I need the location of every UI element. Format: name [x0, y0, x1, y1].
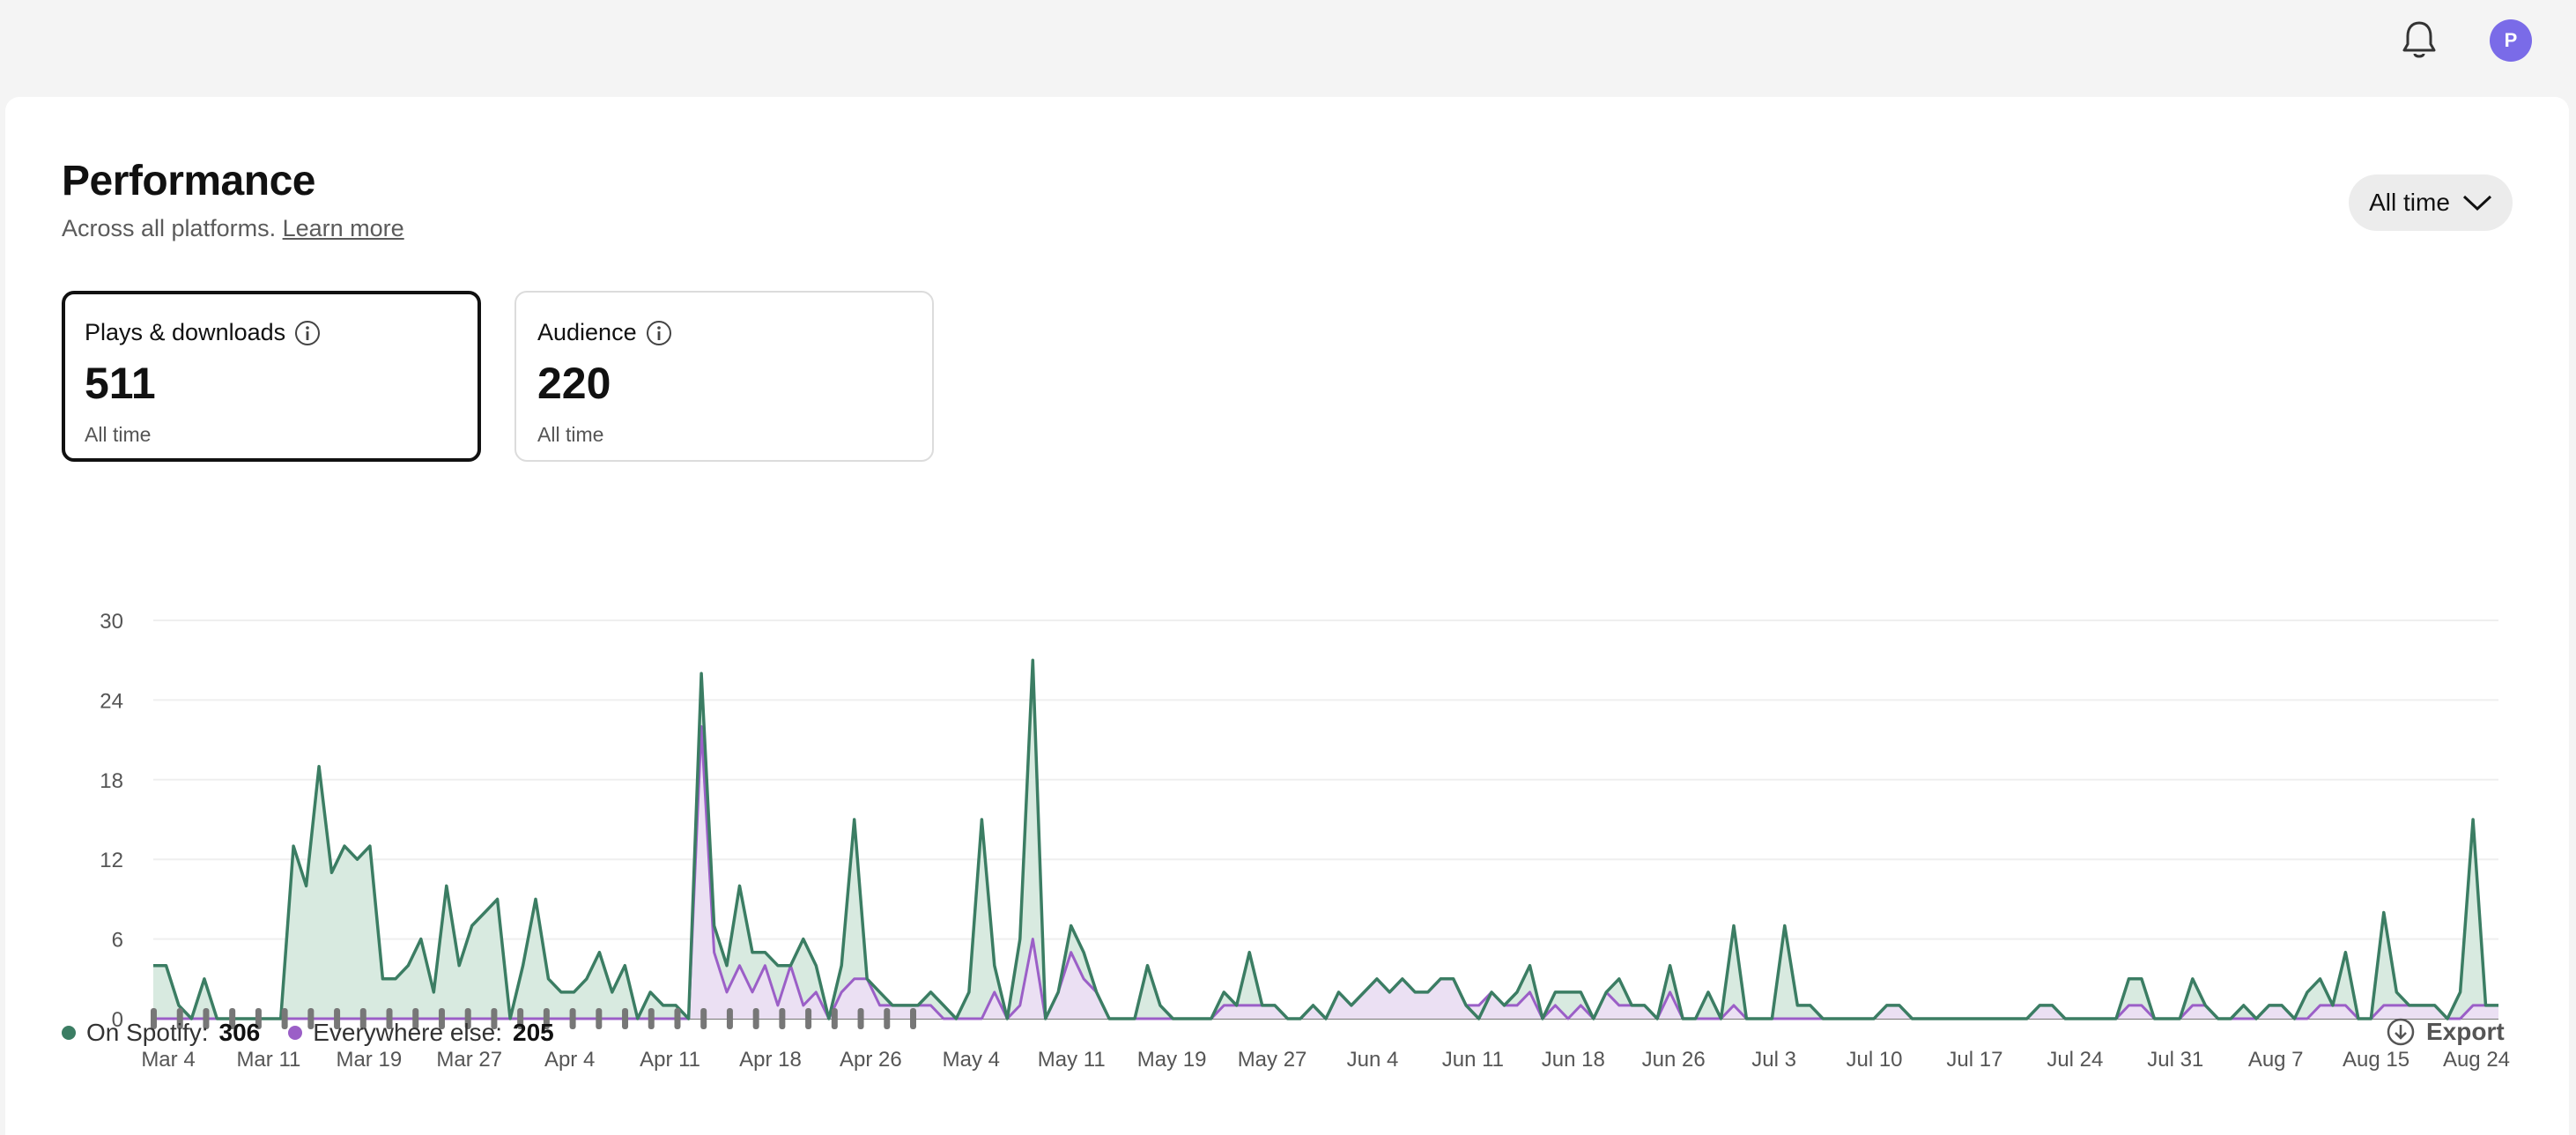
- bell-icon[interactable]: [2396, 18, 2442, 63]
- page-subtitle: Across all platforms. Learn more: [62, 215, 404, 242]
- legend-label-else: Everywhere else:: [313, 1019, 502, 1046]
- chevron-down-icon: [2462, 195, 2491, 211]
- subtitle-text: Across all platforms.: [62, 215, 277, 241]
- metric-label-text: Plays & downloads: [85, 319, 286, 345]
- learn-more-link[interactable]: Learn more: [283, 215, 404, 241]
- metric-tile-plays[interactable]: Plays & downloads 511 All time: [62, 291, 481, 462]
- x-tick-label: May 19: [1137, 1048, 1207, 1072]
- baseline-marker: [726, 1008, 733, 1029]
- x-tick-label: Jun 4: [1347, 1048, 1399, 1072]
- baseline-marker: [805, 1008, 812, 1029]
- x-tick-label: Jun 11: [1442, 1048, 1504, 1072]
- info-icon[interactable]: [646, 320, 672, 346]
- metric-tile-audience[interactable]: Audience 220 All time: [514, 291, 934, 462]
- x-tick-label: Mar 27: [436, 1048, 502, 1072]
- legend-dot-else: [288, 1026, 303, 1040]
- y-tick-label: 24: [100, 689, 123, 713]
- legend-dot-spotify: [62, 1026, 76, 1040]
- metric-period: All time: [85, 423, 152, 446]
- x-tick-label: Apr 4: [544, 1048, 595, 1072]
- time-range-dropdown[interactable]: All time: [2349, 174, 2513, 231]
- baseline-marker: [674, 1008, 681, 1029]
- chart-legend: On Spotify: 306 Everywhere else: 205: [62, 1019, 554, 1047]
- x-tick-label: Mar 19: [336, 1048, 402, 1072]
- baseline-marker: [857, 1008, 864, 1029]
- x-tick-label: Aug 7: [2248, 1048, 2304, 1072]
- x-tick-label: Apr 26: [840, 1048, 902, 1072]
- x-tick-label: Jul 10: [1846, 1048, 1902, 1072]
- x-tick-label: May 11: [1038, 1048, 1106, 1072]
- metric-period: All time: [537, 423, 604, 446]
- baseline-marker: [700, 1008, 707, 1029]
- x-tick-label: May 4: [943, 1048, 1000, 1072]
- baseline-marker: [622, 1008, 629, 1029]
- x-tick-label: Mar 11: [236, 1048, 300, 1072]
- metric-value: 220: [537, 359, 611, 408]
- export-button[interactable]: Export: [2386, 1017, 2505, 1047]
- baseline-marker: [779, 1008, 786, 1029]
- time-range-label: All time: [2369, 189, 2450, 216]
- y-tick-label: 30: [100, 610, 123, 634]
- x-tick-label: Jun 18: [1542, 1048, 1605, 1072]
- legend-value-else: 205: [513, 1019, 554, 1046]
- performance-card: Performance Across all platforms. Learn …: [5, 97, 2569, 1135]
- baseline-marker: [569, 1008, 576, 1029]
- line-on-spotify: [153, 658, 2498, 1020]
- export-label: Export: [2426, 1018, 2505, 1045]
- baseline-marker: [648, 1008, 655, 1029]
- baseline-marker: [910, 1008, 916, 1029]
- legend-item-else: Everywhere else: 205: [288, 1019, 554, 1047]
- page-title: Performance: [62, 158, 315, 204]
- metric-label: Audience: [537, 319, 672, 346]
- x-tick-label: Aug 15: [2343, 1048, 2409, 1072]
- legend-item-spotify: On Spotify: 306: [62, 1019, 260, 1047]
- baseline-marker: [884, 1008, 891, 1029]
- x-tick-label: Jul 3: [1751, 1048, 1796, 1072]
- info-icon[interactable]: [294, 320, 321, 346]
- y-tick-label: 12: [100, 849, 123, 872]
- x-tick-label: Mar 4: [141, 1048, 195, 1072]
- performance-chart: 0612182430Mar 4 Mar 11 Mar 19 Mar 27 Apr 4 Ap…: [100, 610, 2510, 1072]
- baseline-marker: [831, 1008, 838, 1029]
- y-tick-label: 6: [112, 929, 123, 953]
- x-tick-label: May 27: [1238, 1048, 1307, 1072]
- legend-value-spotify: 306: [218, 1019, 261, 1046]
- baseline-marker: [752, 1008, 759, 1029]
- x-tick-label: Jul 31: [2147, 1048, 2203, 1072]
- x-tick-label: Jul 24: [2047, 1048, 2103, 1072]
- metric-label: Plays & downloads: [85, 319, 321, 346]
- x-tick-label: Apr 11: [640, 1048, 700, 1072]
- metric-value: 511: [85, 359, 156, 408]
- metric-label-text: Audience: [537, 319, 637, 345]
- x-tick-label: Aug 24: [2443, 1048, 2510, 1072]
- x-tick-label: Jun 26: [1642, 1048, 1706, 1072]
- legend-label-spotify: On Spotify:: [86, 1019, 209, 1046]
- y-tick-label: 18: [100, 769, 123, 793]
- download-icon: [2387, 1018, 2415, 1046]
- x-tick-label: Jul 17: [1946, 1048, 2002, 1072]
- baseline-marker: [596, 1008, 603, 1029]
- top-bar: P: [0, 0, 2576, 95]
- x-tick-label: Apr 18: [739, 1048, 802, 1072]
- avatar[interactable]: P: [2490, 19, 2532, 62]
